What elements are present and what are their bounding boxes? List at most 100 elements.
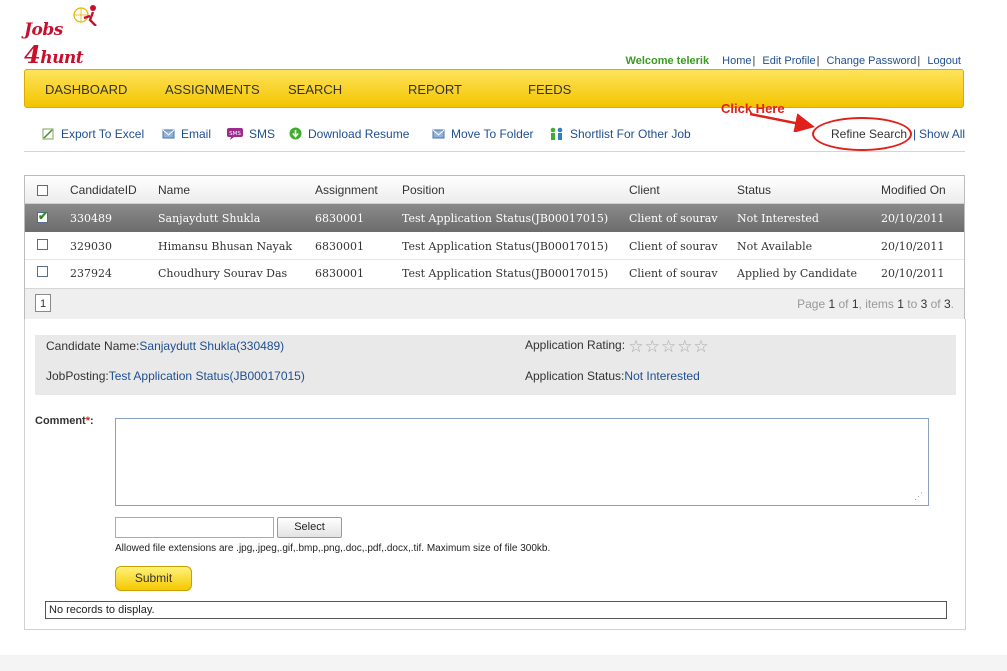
download-resume-action[interactable]: Download Resume [289,127,409,141]
cell-status: Applied by Candidate [737,267,858,280]
col-assignment[interactable]: Assignment [315,183,378,197]
rating-star-icon[interactable]: ☆ [677,337,693,356]
shortlist-label: Shortlist For Other Job [570,127,691,141]
cell-status: Not Interested [737,212,819,225]
select-all-checkbox[interactable] [37,185,48,196]
cell-modified-on: 20/10/2011 [881,240,945,253]
page-info-text: Page [797,297,829,311]
rating-star-icon[interactable]: ☆ [628,337,644,356]
col-client[interactable]: Client [629,183,660,197]
col-name[interactable]: Name [158,183,190,197]
application-status-label: Application Status: [525,369,625,383]
cell-client: Client of sourav [629,240,718,253]
col-status[interactable]: Status [737,183,771,197]
cell-name: Choudhury Sourav Das [158,267,288,280]
move-to-folder-label: Move To Folder [451,127,534,141]
logo-four: 4 [24,40,41,69]
jobs4hunt-logo[interactable]: Jobs 4hunt [22,5,118,69]
candidate-name-row: Candidate Name:Sanjaydutt Shukla(330489) [46,339,284,353]
select-file-button[interactable]: Select [277,517,342,538]
candidate-detail-panel: Candidate Name:Sanjaydutt Shukla(330489)… [24,319,966,630]
menu-assignments[interactable]: ASSIGNMENTS [165,82,260,97]
menu-report[interactable]: REPORT [408,82,462,97]
cell-candidateid: 330489 [70,212,112,225]
col-position[interactable]: Position [402,183,445,197]
menu-feeds[interactable]: FEEDS [528,82,571,97]
comment-colon: : [90,415,94,427]
candidate-name-link[interactable]: Sanjaydutt Shukla(330489) [139,339,284,353]
export-excel-label: Export To Excel [61,127,145,141]
move-to-folder-action[interactable]: Move To Folder [432,127,533,141]
rating-star-icon[interactable]: ☆ [661,337,677,356]
rating-label: Application Rating: [525,338,626,352]
cell-name: Sanjaydutt Shukla [158,212,261,225]
submit-button[interactable]: Submit [115,566,192,591]
allowed-extensions-text: Allowed file extensions are .jpg,.jpeg,.… [115,543,551,554]
sms-label: SMS [249,127,276,141]
cell-client: Client of sourav [629,267,718,280]
row-checkbox[interactable] [37,239,48,250]
nav-sep: | [752,55,756,67]
folder-move-icon [432,129,445,139]
page-1-button[interactable]: 1 [35,294,51,312]
cell-status: Not Available [737,240,813,253]
logo-jobs: Jobs [24,20,63,40]
grid-header: CandidateID Name Assignment Position Cli… [25,176,964,204]
nav-sep: | [816,55,820,67]
rating-star-icon[interactable]: ☆ [693,337,709,356]
row-checkbox[interactable] [37,209,48,223]
cell-candidateid: 237924 [70,267,112,280]
comment-textarea[interactable] [115,418,929,506]
download-icon [289,127,302,140]
people-icon [550,127,563,140]
comment-label-text: Comment [35,415,86,427]
sms-icon: SMS [227,128,243,140]
table-row[interactable]: 237924 Choudhury Sourav Das 6830001 Test… [25,260,964,288]
page-info-text: to [903,297,921,311]
show-all-link[interactable]: Show All [919,127,965,141]
job-posting-label: JobPosting: [46,369,109,383]
export-excel-action[interactable]: Export To Excel [42,127,144,141]
logo-text: Jobs 4hunt [24,20,84,69]
logout-link[interactable]: Logout [927,55,961,67]
menu-search[interactable]: SEARCH [288,82,342,97]
shortlist-action[interactable]: Shortlist For Other Job [549,127,691,141]
change-password-link[interactable]: Change Password [827,55,917,67]
cell-assignment: 6830001 [315,267,364,280]
page-info-text: , items [858,297,898,311]
row-checkbox[interactable] [37,266,48,277]
rating-row: Application Rating: ☆☆☆☆☆ [525,337,710,357]
page-total: 1 [851,297,859,311]
job-posting-link[interactable]: Test Application Status(JB00017015) [109,369,305,383]
table-row[interactable]: 330489 Sanjaydutt Shukla 6830001 Test Ap… [25,204,964,232]
email-action[interactable]: Email [162,127,211,141]
svg-text:SMS: SMS [229,131,241,137]
menu-dashboard[interactable]: DASHBOARD [45,82,127,97]
rating-star-icon[interactable]: ☆ [645,337,661,356]
cell-position: Test Application Status(JB00017015) [402,212,609,225]
cell-candidateid: 329030 [70,240,112,253]
grid-pager: 1 Page 1 of 1, items 1 to 3 of 3. [25,288,964,319]
sms-action[interactable]: SMS SMS [227,127,275,141]
cell-client: Client of sourav [629,212,718,225]
top-nav: Welcome telerik Home| Edit Profile| Chan… [626,55,961,67]
edit-profile-link[interactable]: Edit Profile [762,55,815,67]
col-modified-on[interactable]: Modified On [881,183,946,197]
rating-stars[interactable]: ☆☆☆☆☆ [628,337,709,357]
candidate-grid: CandidateID Name Assignment Position Cli… [24,175,965,319]
footer-strip [0,655,1007,671]
application-status-row: Application Status:Not Interested [525,369,700,383]
home-link[interactable]: Home [722,55,751,67]
toolbar-sep: | [913,127,917,141]
col-candidateid[interactable]: CandidateID [70,183,137,197]
excel-icon [42,128,54,140]
page-info: Page 1 of 1, items 1 to 3 of 3. [797,297,954,311]
table-row[interactable]: 329030 Himansu Bhusan Nayak 6830001 Test… [25,232,964,260]
no-records-message: No records to display. [45,601,947,619]
cell-assignment: 6830001 [315,212,364,225]
comment-label: Comment*: [35,415,94,427]
file-path-input[interactable] [115,517,274,538]
page-info-text: of [927,297,944,311]
cell-name: Himansu Bhusan Nayak [158,240,293,253]
cell-assignment: 6830001 [315,240,364,253]
